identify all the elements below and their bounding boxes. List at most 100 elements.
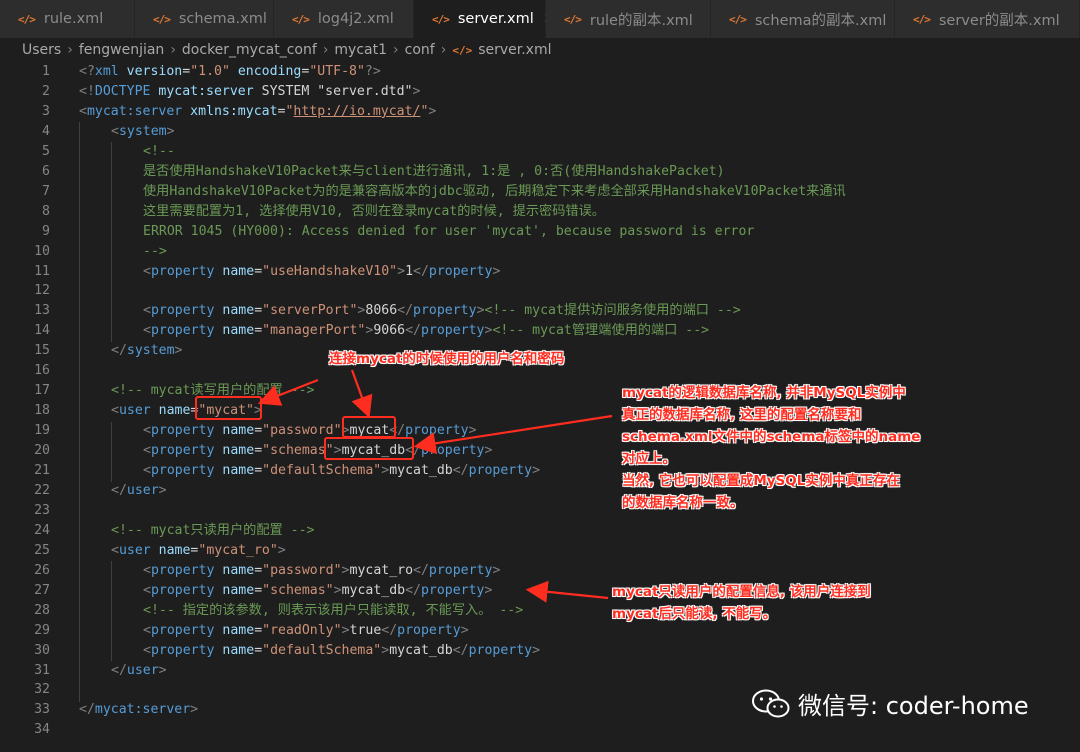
code-token: name — [214, 622, 255, 638]
highlight-box-password — [342, 416, 396, 438]
code-line[interactable]: 4 <system> — [0, 122, 1080, 142]
code-line[interactable]: 13 <property name="serverPort">8066</prop… — [0, 301, 1080, 321]
code-token: < — [143, 622, 151, 638]
code-token: > — [341, 562, 350, 578]
code-token: <!-- mycat管理端使用的端口 --> — [492, 323, 710, 339]
code-token: "useHandshakeV10" — [262, 263, 398, 279]
code-token: property — [428, 263, 493, 279]
code-token: property — [150, 323, 215, 339]
code-token: property — [468, 463, 533, 478]
annotation-line: mycat只读用户的配置信息, 该用户连接到 — [612, 584, 871, 600]
tab-0[interactable]: </> rule.xml — [0, 0, 135, 38]
code-text: <property name="defaultSchema">mycat_db<… — [143, 641, 540, 661]
tab-5[interactable]: </> schema的副本.xml — [711, 0, 895, 38]
code-token: xml — [94, 64, 119, 79]
code-token: </ — [79, 702, 95, 718]
tab-2[interactable]: </> log4j2.xml — [274, 0, 414, 38]
breadcrumb-item[interactable]: mycat1 — [334, 42, 387, 58]
line-number: 12 — [34, 283, 50, 299]
line-number: 27 — [34, 582, 50, 598]
code-text: </user> — [111, 481, 167, 501]
code-line[interactable]: 28 <!-- 指定的该参数, 则表示该用户只能读取, 不能写入。 --> — [0, 601, 1080, 621]
tab-3[interactable]: </>server.xml✕ — [414, 0, 556, 38]
code-line[interactable]: 30 <property name="defaultSchema">mycat_d… — [0, 641, 1080, 661]
code-line[interactable]: 7 使用HandshakeV10Packet为的是兼容高版本的jdbc驱动, 后期… — [0, 182, 1080, 202]
code-token: < — [143, 423, 151, 439]
line-number: 30 — [34, 642, 50, 658]
code-token: </ — [413, 263, 429, 279]
code-token: "1.0" — [190, 64, 230, 79]
code-token: property — [468, 642, 533, 658]
code-token: > — [460, 622, 469, 638]
code-line[interactable]: 2 <!DOCTYPE mycat:server SYSTEM "server.d… — [0, 82, 1080, 102]
code-line[interactable]: 34 — [0, 720, 1080, 740]
code-token: "password" — [262, 562, 342, 578]
line-number: 10 — [34, 243, 50, 259]
code-token: < — [143, 582, 151, 598]
code-token: > — [341, 622, 350, 638]
xml-file-icon: </> — [564, 12, 582, 26]
code-token: property — [150, 303, 215, 319]
breadcrumb-item[interactable]: fengwenjian — [79, 42, 164, 58]
code-text: <property name="managerPort">9066</prope… — [143, 321, 709, 341]
tab-4[interactable]: </> rule的副本.xml — [546, 0, 711, 38]
watermark: 微信号: coder-home — [752, 686, 1029, 721]
code-text: 使用HandshakeV10Packet为的是兼容高版本的jdbc驱动, 后期稳… — [143, 182, 846, 202]
tab-6[interactable]: </> server的副本.xml — [895, 0, 1080, 38]
code-text: <mycat:server xmlns:mycat="http://io.myc… — [79, 102, 436, 122]
code-line[interactable]: 5 <!-- — [0, 142, 1080, 162]
annotation-login-credentials: 连接mycat的时候使用的用户名和密码 — [329, 351, 565, 367]
code-line[interactable]: 29 <property name="readOnly">true</proper… — [0, 621, 1080, 641]
code-token: </ — [413, 562, 429, 578]
code-line[interactable]: 26 <property name="password">mycat_ro</pr… — [0, 561, 1080, 581]
line-number: 14 — [34, 323, 50, 339]
editor-tab-bar: </> rule.xml </> schema.xml </> log4j2.xml </>… — [0, 0, 1080, 38]
breadcrumb-item[interactable]: Users — [22, 42, 61, 58]
code-line[interactable]: 9 ERROR 1045 (HY000): Access denied for u… — [0, 222, 1080, 242]
code-line[interactable]: 6 是否使用HandshakeV10Packet来与client进行通讯, 1:是… — [0, 162, 1080, 182]
code-line[interactable]: 8 这里需要配置为1, 选择使用V10, 否则在登录mycat的时候, 提示密码错… — [0, 202, 1080, 222]
code-line[interactable]: 12 — [0, 281, 1080, 301]
breadcrumb-item[interactable]: docker_mycat_conf — [182, 42, 317, 58]
code-line[interactable]: 27 <property name="schemas">mycat_db</pro… — [0, 581, 1080, 601]
code-token[interactable]: http://io.mycat/ — [293, 104, 420, 119]
code-token: ?> — [364, 64, 381, 79]
code-token: property — [150, 582, 215, 598]
code-token: name — [214, 642, 255, 658]
code-token: > — [158, 482, 167, 498]
line-number: 2 — [42, 83, 50, 99]
code-text: </mycat:server> — [79, 700, 198, 720]
annotation-line: schema.xml文件中的schema标签中的name — [622, 429, 921, 445]
tab-label: server.xml — [457, 11, 534, 27]
code-token: > — [166, 123, 175, 139]
code-line[interactable]: 31 </user> — [0, 661, 1080, 681]
breadcrumb-item[interactable]: server.xml — [478, 42, 551, 58]
code-line[interactable]: 3 <mycat:server xmlns:mycat="http://io.my… — [0, 102, 1080, 122]
code-token: </ — [405, 323, 421, 339]
code-token: > — [484, 582, 493, 598]
line-number: 3 — [42, 103, 50, 119]
breadcrumb-item[interactable]: conf — [405, 42, 435, 58]
code-token: </ — [111, 662, 127, 678]
tab-label: schema.xml — [178, 11, 267, 27]
code-token: = — [254, 622, 263, 638]
code-token: mycat_db — [389, 642, 453, 658]
line-number: 26 — [34, 562, 50, 578]
code-token: property — [428, 562, 493, 578]
code-text: </user> — [111, 661, 167, 681]
code-line[interactable]: 25 <user name="mycat_ro"> — [0, 541, 1080, 561]
code-line[interactable]: 11 <property name="useHandshakeV10">1</pr… — [0, 262, 1080, 282]
code-token: 1 — [405, 263, 414, 279]
code-line[interactable]: 24 <!-- mycat只读用户的配置 --> — [0, 521, 1080, 541]
code-line[interactable]: 1 <?xml version="1.0" encoding="UTF-8"?> — [0, 62, 1080, 82]
code-token: < — [111, 403, 119, 419]
code-token: property — [150, 463, 215, 478]
code-token: property — [413, 303, 477, 319]
code-line[interactable]: 14 <property name="managerPort">9066</pro… — [0, 321, 1080, 341]
line-number: 22 — [34, 482, 50, 498]
code-line[interactable]: 10 --> — [0, 242, 1080, 262]
chevron-right-icon: › — [67, 42, 73, 58]
code-token: name — [150, 403, 191, 419]
chevron-right-icon: › — [393, 42, 399, 58]
tab-1[interactable]: </> schema.xml — [135, 0, 274, 38]
